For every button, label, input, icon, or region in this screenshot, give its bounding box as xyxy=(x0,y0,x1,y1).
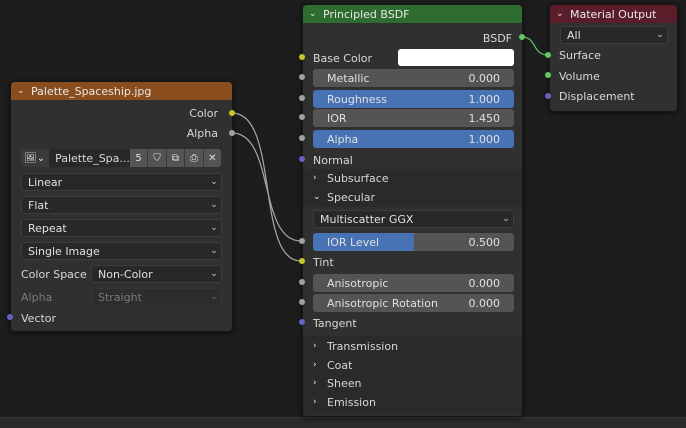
panel-emission[interactable]: › Emission xyxy=(313,393,376,411)
alpha-mode-dropdown: Straight ⌄ xyxy=(91,288,222,306)
chevron-right-icon: › xyxy=(313,360,317,370)
alpha-mode-label: Alpha xyxy=(21,290,53,304)
socket-roughness-input[interactable] xyxy=(299,95,305,101)
chevron-right-icon: › xyxy=(313,341,317,351)
image-texture-node[interactable]: ⌄ Palette_Spaceship.jpg Color Alpha 🖼⌄ P… xyxy=(10,81,233,332)
color-space-label: Color Space xyxy=(21,267,87,281)
socket-metallic-input[interactable] xyxy=(299,74,305,80)
socket-ior-level-input[interactable] xyxy=(299,238,305,244)
base-color-swatch[interactable] xyxy=(398,49,514,66)
material-output-node[interactable]: ⌄ Material Output All ⌄ Surface Volume Di… xyxy=(549,4,678,112)
close-icon[interactable]: ✕ xyxy=(203,149,221,167)
output-alpha: Alpha xyxy=(186,126,218,140)
input-displacement: Displacement xyxy=(559,89,635,103)
color-space-dropdown[interactable]: Non-Color ⌄ xyxy=(91,265,222,283)
socket-ior-input[interactable] xyxy=(299,114,305,120)
chevron-down-icon: ⌄ xyxy=(313,192,321,202)
chevron-down-icon: ⌄ xyxy=(210,269,218,279)
input-tangent: Tangent xyxy=(313,316,357,330)
input-normal: Normal xyxy=(313,153,353,167)
duplicate-icon[interactable]: ⧉ xyxy=(166,149,186,167)
socket-displacement-input[interactable] xyxy=(545,93,551,99)
image-icon[interactable]: 🖼⌄ xyxy=(21,149,50,167)
socket-base-color-input[interactable] xyxy=(299,54,305,60)
output-bsdf: BSDF xyxy=(482,31,512,45)
panel-subsurface[interactable]: › Subsurface xyxy=(313,169,389,187)
chevron-down-icon: ⌄ xyxy=(502,214,510,224)
socket-vector-input[interactable] xyxy=(7,314,13,320)
chevron-down-icon: ⌄ xyxy=(210,292,218,302)
pack-icon[interactable]: ⎙ xyxy=(185,149,204,167)
editor-footer xyxy=(0,417,686,428)
panel-coat[interactable]: › Coat xyxy=(313,356,352,374)
socket-alpha-input[interactable] xyxy=(299,135,305,141)
image-selector[interactable]: 🖼⌄ Palette_Spa... 5 ⛉ ⧉ ⎙ ✕ xyxy=(21,149,221,167)
chevron-down-icon[interactable]: ⌄ xyxy=(17,86,27,96)
panel-transmission[interactable]: › Transmission xyxy=(313,337,398,355)
socket-tangent-input[interactable] xyxy=(299,319,305,325)
chevron-down-icon: ⌄ xyxy=(656,30,664,40)
target-dropdown[interactable]: All ⌄ xyxy=(560,26,668,44)
chevron-down-icon[interactable]: ⌄ xyxy=(309,9,319,19)
output-color: Color xyxy=(189,106,218,120)
chevron-right-icon: › xyxy=(313,397,317,407)
input-tint: Tint xyxy=(313,255,334,269)
input-volume: Volume xyxy=(559,69,600,83)
socket-anisotropic-rotation-input[interactable] xyxy=(299,299,305,305)
chevron-down-icon: ⌄ xyxy=(210,177,218,187)
user-count: 5 xyxy=(129,149,149,167)
shield-icon[interactable]: ⛉ xyxy=(148,149,167,167)
input-base-color: Base Color xyxy=(313,51,373,65)
image-texture-title: Palette_Spaceship.jpg xyxy=(31,84,152,98)
extension-dropdown[interactable]: Repeat ⌄ xyxy=(21,219,222,237)
projection-dropdown[interactable]: Flat ⌄ xyxy=(21,196,222,214)
panel-sheen[interactable]: › Sheen xyxy=(313,374,361,392)
socket-color-output[interactable] xyxy=(229,110,235,116)
chevron-down-icon: ⌄ xyxy=(210,200,218,210)
socket-anisotropic-input[interactable] xyxy=(299,279,305,285)
socket-bsdf-output[interactable] xyxy=(519,34,525,40)
socket-alpha-output[interactable] xyxy=(229,130,235,136)
principled-bsdf-node[interactable]: ⌄ Principled BSDF BSDF Base Color Metall… xyxy=(302,4,523,417)
ior-level-slider[interactable]: IOR Level 0.500 xyxy=(313,233,514,251)
chevron-down-icon: ⌄ xyxy=(210,223,218,233)
input-surface: Surface xyxy=(559,48,601,62)
ior-field[interactable]: IOR 1.450 xyxy=(313,109,514,127)
chevron-right-icon: › xyxy=(313,378,317,388)
source-dropdown[interactable]: Single Image ⌄ xyxy=(21,242,222,260)
chevron-down-icon: ⌄ xyxy=(210,246,218,256)
socket-volume-input[interactable] xyxy=(545,72,551,78)
chevron-down-icon[interactable]: ⌄ xyxy=(556,9,566,19)
chevron-right-icon: › xyxy=(313,173,317,183)
alpha-slider[interactable]: Alpha 1.000 xyxy=(313,130,514,148)
image-texture-header[interactable]: ⌄ Palette_Spaceship.jpg xyxy=(11,82,232,100)
socket-surface-input[interactable] xyxy=(545,52,551,58)
socket-tint-input[interactable] xyxy=(299,258,305,264)
anisotropic-rotation-slider[interactable]: Anisotropic Rotation 0.000 xyxy=(313,294,514,312)
panel-specular[interactable]: ⌄ Specular xyxy=(313,188,375,206)
principled-bsdf-header[interactable]: ⌄ Principled BSDF xyxy=(303,5,522,23)
principled-bsdf-title: Principled BSDF xyxy=(323,7,410,21)
distribution-dropdown[interactable]: Multiscatter GGX ⌄ xyxy=(313,210,514,228)
image-name-field[interactable]: Palette_Spa... xyxy=(49,149,130,167)
interpolation-dropdown[interactable]: Linear ⌄ xyxy=(21,173,222,191)
socket-normal-input[interactable] xyxy=(299,156,305,162)
input-vector: Vector xyxy=(21,311,57,325)
roughness-slider[interactable]: Roughness 1.000 xyxy=(313,90,514,108)
metallic-slider[interactable]: Metallic 0.000 xyxy=(313,69,514,87)
material-output-header[interactable]: ⌄ Material Output xyxy=(550,5,677,23)
material-output-title: Material Output xyxy=(570,7,657,21)
anisotropic-slider[interactable]: Anisotropic 0.000 xyxy=(313,274,514,292)
